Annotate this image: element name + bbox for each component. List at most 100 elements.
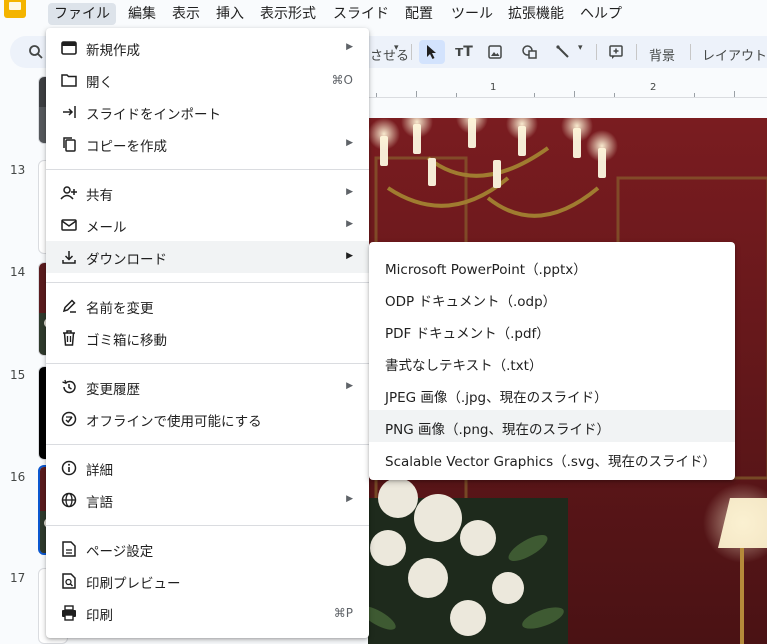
text-box-button[interactable]: тT	[451, 40, 477, 64]
download-svg[interactable]: Scalable Vector Graphics（.svg、現在のスライド）	[369, 442, 735, 474]
layout-button[interactable]: レイアウト	[702, 45, 767, 64]
history-icon	[60, 378, 78, 396]
menu-item-label: 印刷	[86, 608, 113, 624]
rename-icon	[60, 297, 78, 315]
slide-number: 16	[10, 470, 26, 484]
chevron-down-icon: ▾	[394, 43, 399, 53]
slide-number: 13	[10, 163, 26, 177]
menu-item-offline[interactable]: オフラインで使用可能にする	[46, 403, 369, 435]
ruler-tick	[734, 91, 735, 97]
menu-item-label: 開く	[86, 75, 113, 91]
menu-item-trash[interactable]: ゴミ箱に移動	[46, 322, 369, 354]
toolbar-strip: させる ▾ тT ▾ 背景 レイアウト	[368, 36, 767, 68]
menu-item-language[interactable]: 言語 ▶	[46, 484, 369, 516]
menu-item-label: オフラインで使用可能にする	[86, 414, 262, 430]
slide-number: 15	[10, 368, 26, 382]
ruler-tick	[456, 93, 457, 97]
ruler-mark: 1	[490, 82, 497, 93]
menu-item-label: ゴミ箱に移動	[86, 333, 167, 349]
submenu-item-label: Scalable Vector Graphics（.svg、現在のスライド）	[385, 454, 717, 470]
menu-divider	[46, 525, 369, 526]
menu-arrange[interactable]: 配置	[399, 3, 439, 25]
insert-image-button[interactable]	[482, 40, 508, 64]
search-menus[interactable]	[10, 36, 50, 68]
mail-icon	[60, 216, 78, 234]
menu-edit[interactable]: 編集	[122, 3, 162, 25]
download-odp[interactable]: ODP ドキュメント（.odp）	[369, 282, 735, 314]
transition-dropdown[interactable]: させる	[370, 45, 409, 64]
menu-item-page-setup[interactable]: ページ設定	[46, 533, 369, 565]
menu-tools[interactable]: ツール	[445, 3, 499, 25]
toolbar-divider	[690, 44, 691, 60]
shape-button[interactable]	[517, 40, 543, 64]
download-pdf[interactable]: PDF ドキュメント（.pdf）	[369, 314, 735, 346]
comment-add-icon	[609, 45, 623, 59]
page-setup-icon	[60, 540, 78, 558]
submenu-arrow-icon: ▶	[346, 138, 353, 148]
menu-help[interactable]: ヘルプ	[574, 3, 628, 25]
horizontal-ruler[interactable]: 1 2	[368, 78, 767, 98]
menu-item-label: 新規作成	[86, 43, 140, 59]
chevron-down-icon[interactable]: ▾	[578, 43, 583, 53]
submenu-item-label: ODP ドキュメント（.odp）	[385, 294, 557, 310]
submenu-arrow-icon: ▶	[346, 42, 353, 52]
select-tool-button[interactable]	[419, 40, 445, 64]
search-icon	[28, 44, 44, 60]
menu-format[interactable]: 表示形式	[254, 3, 322, 25]
menu-item-download[interactable]: ダウンロード ▶	[46, 241, 369, 273]
submenu-item-label: PDF ドキュメント（.pdf）	[385, 326, 550, 342]
submenu-arrow-icon: ▶	[346, 381, 353, 391]
print-icon	[60, 604, 78, 622]
menu-item-open[interactable]: 開く ⌘O	[46, 64, 369, 96]
info-icon	[60, 459, 78, 477]
menu-item-details[interactable]: 詳細	[46, 452, 369, 484]
menu-insert[interactable]: 挿入	[210, 3, 250, 25]
menu-extensions[interactable]: 拡張機能	[502, 3, 570, 25]
menu-divider	[46, 444, 369, 445]
menu-item-import-slides[interactable]: スライドをインポート	[46, 96, 369, 128]
download-icon	[60, 248, 78, 266]
download-txt[interactable]: 書式なしテキスト（.txt）	[369, 346, 735, 378]
slide-number: 17	[10, 571, 26, 585]
menu-item-print[interactable]: 印刷 ⌘P	[46, 597, 369, 629]
menu-item-version-history[interactable]: 変更履歴 ▶	[46, 371, 369, 403]
ruler-tick	[694, 93, 695, 97]
menu-divider	[46, 363, 369, 364]
menu-item-label: コピーを作成	[86, 139, 167, 155]
line-button[interactable]	[550, 40, 576, 64]
submenu-arrow-icon: ▶	[346, 251, 353, 261]
menu-item-label: 共有	[86, 188, 113, 204]
offline-icon	[60, 410, 78, 428]
submenu-item-label: Microsoft PowerPoint（.pptx）	[385, 262, 587, 278]
menu-item-label: ページ設定	[86, 544, 154, 560]
background-button[interactable]: 背景	[649, 45, 675, 64]
download-submenu: Microsoft PowerPoint（.pptx） ODP ドキュメント（.…	[369, 242, 735, 480]
download-jpeg[interactable]: JPEG 画像（.jpg、現在のスライド）	[369, 378, 735, 410]
menu-item-share[interactable]: 共有 ▶	[46, 177, 369, 209]
print-preview-icon	[60, 572, 78, 590]
menu-slide[interactable]: スライド	[327, 3, 395, 25]
download-png[interactable]: PNG 画像（.png、現在のスライド）	[369, 410, 735, 442]
download-pptx[interactable]: Microsoft PowerPoint（.pptx）	[369, 250, 735, 282]
menu-item-label: 言語	[86, 495, 113, 511]
menu-view[interactable]: 表示	[166, 3, 206, 25]
ruler-tick	[534, 93, 535, 97]
menu-item-label: 詳細	[86, 463, 113, 479]
slides-logo-icon[interactable]	[0, 0, 30, 22]
menu-item-print-preview[interactable]: 印刷プレビュー	[46, 565, 369, 597]
menu-item-rename[interactable]: 名前を変更	[46, 290, 369, 322]
slide-number: 14	[10, 265, 26, 279]
ruler-tick	[416, 91, 417, 97]
menu-item-label: 名前を変更	[86, 301, 154, 317]
menu-item-email[interactable]: メール ▶	[46, 209, 369, 241]
globe-icon	[60, 491, 78, 509]
add-comment-button[interactable]	[603, 40, 629, 64]
file-menu: 新規作成 ▶ 開く ⌘O スライドをインポート コピーを作成 ▶ 共有 ▶ メー…	[46, 28, 369, 638]
menu-item-label: スライドをインポート	[86, 107, 221, 123]
import-icon	[60, 103, 78, 121]
menu-item-label: 変更履歴	[86, 382, 140, 398]
menu-item-make-copy[interactable]: コピーを作成 ▶	[46, 128, 369, 160]
menu-item-new[interactable]: 新規作成 ▶	[46, 32, 369, 64]
menu-file[interactable]: ファイル	[48, 3, 116, 25]
line-icon	[556, 45, 569, 58]
